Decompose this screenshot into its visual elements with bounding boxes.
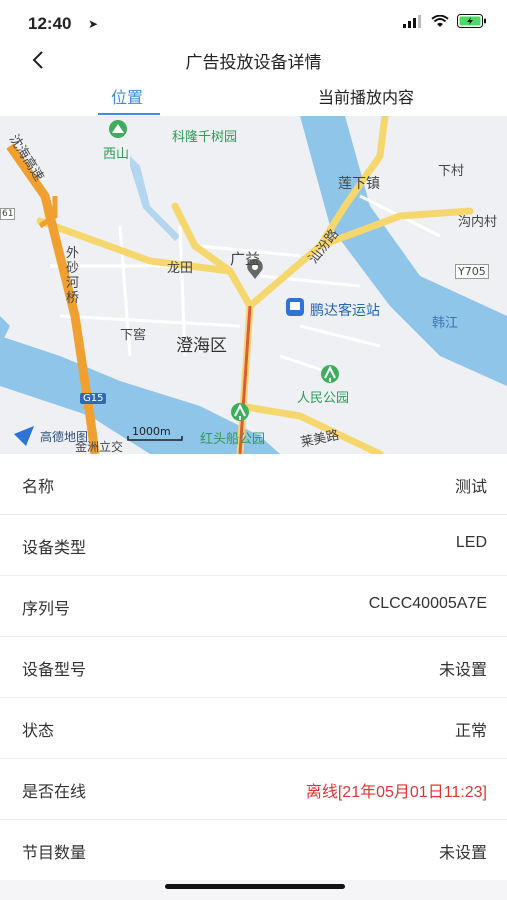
- detail-value: 测试: [454, 479, 487, 496]
- status-time: 12:40: [28, 14, 72, 33]
- detail-key: 名称: [22, 477, 55, 496]
- detail-value: CLCC40005A7E: [368, 595, 487, 612]
- location-arrow-icon: ➤: [88, 17, 99, 31]
- nav-bar: 广告投放设备详情: [0, 44, 507, 76]
- map-label-kelong: 科隆千树园: [172, 130, 238, 145]
- detail-value: LED: [455, 534, 487, 551]
- map-label-hongtou-park: 红头船公园: [200, 432, 266, 447]
- battery-icon: [457, 14, 486, 28]
- map-label-g15: G15: [80, 393, 107, 404]
- page-title: 广告投放设备详情: [185, 53, 322, 73]
- map-label-y705: Y705: [455, 264, 489, 279]
- list-item: 状态 正常: [0, 698, 507, 759]
- list-item: 节目数量 未设置: [0, 820, 507, 880]
- detail-key: 序列号: [22, 599, 71, 618]
- detail-key: 设备类型: [22, 538, 87, 557]
- detail-value: 正常: [454, 723, 487, 740]
- map-label-lianxia: 莲下镇: [338, 176, 380, 192]
- detail-key: 是否在线: [22, 782, 87, 801]
- tab-indicator: [98, 113, 160, 115]
- tab-current-content[interactable]: 当前播放内容: [318, 84, 414, 108]
- tab-bar: 位置 当前播放内容: [0, 76, 507, 116]
- online-status-value: 离线[21年05月01日11:23]: [305, 784, 487, 801]
- map-label-road-61: 61: [0, 208, 16, 220]
- detail-list: 名称 测试 设备类型 LED 序列号 CLCC40005A7E 设备型号 未设置…: [0, 454, 507, 880]
- map-logo: 高德地图: [40, 430, 89, 444]
- signal-icon: [403, 14, 421, 28]
- detail-key: 节目数量: [22, 843, 87, 862]
- list-item: 设备类型 LED: [0, 515, 507, 576]
- tab-location[interactable]: 位置: [111, 84, 143, 108]
- map-label-gounei: 沟内村: [458, 215, 498, 230]
- list-item: 序列号 CLCC40005A7E: [0, 576, 507, 637]
- map-label-renmin-park: 人民公园: [297, 391, 350, 406]
- status-bar: 12:40 ➤: [0, 0, 507, 44]
- list-item: 名称 测试: [0, 454, 507, 515]
- map-label-pengda: 鹏达客运站: [310, 303, 380, 319]
- map-label-hanjiang: 韩江: [432, 316, 459, 331]
- detail-key: 状态: [22, 721, 55, 740]
- wifi-icon: [431, 14, 449, 27]
- map-label-waisha-bridge: 外砂河桥: [66, 246, 80, 306]
- detail-key: 设备型号: [22, 660, 87, 679]
- home-indicator[interactable]: [165, 884, 345, 889]
- map-label-west-mountain: 西山: [103, 147, 130, 162]
- map-label-longtian: 龙田: [167, 261, 194, 276]
- map-label-xiawo: 下窖: [120, 328, 147, 343]
- map-label-guangyi: 广益: [230, 250, 261, 268]
- detail-value: 未设置: [438, 845, 487, 862]
- detail-value: 未设置: [438, 662, 487, 679]
- list-item: 是否在线 离线[21年05月01日11:23]: [0, 759, 507, 820]
- map-scale: 1000m: [132, 425, 171, 438]
- map-label-xiacun: 下村: [438, 164, 465, 179]
- list-item: 设备型号 未设置: [0, 637, 507, 698]
- map-label-chenghai: 澄海区: [176, 336, 227, 356]
- map-view[interactable]: 西山 科隆千树园 莲下镇 下村 沟内村 Y705 韩江 广益 龙田 鹏达客运站 …: [0, 116, 507, 454]
